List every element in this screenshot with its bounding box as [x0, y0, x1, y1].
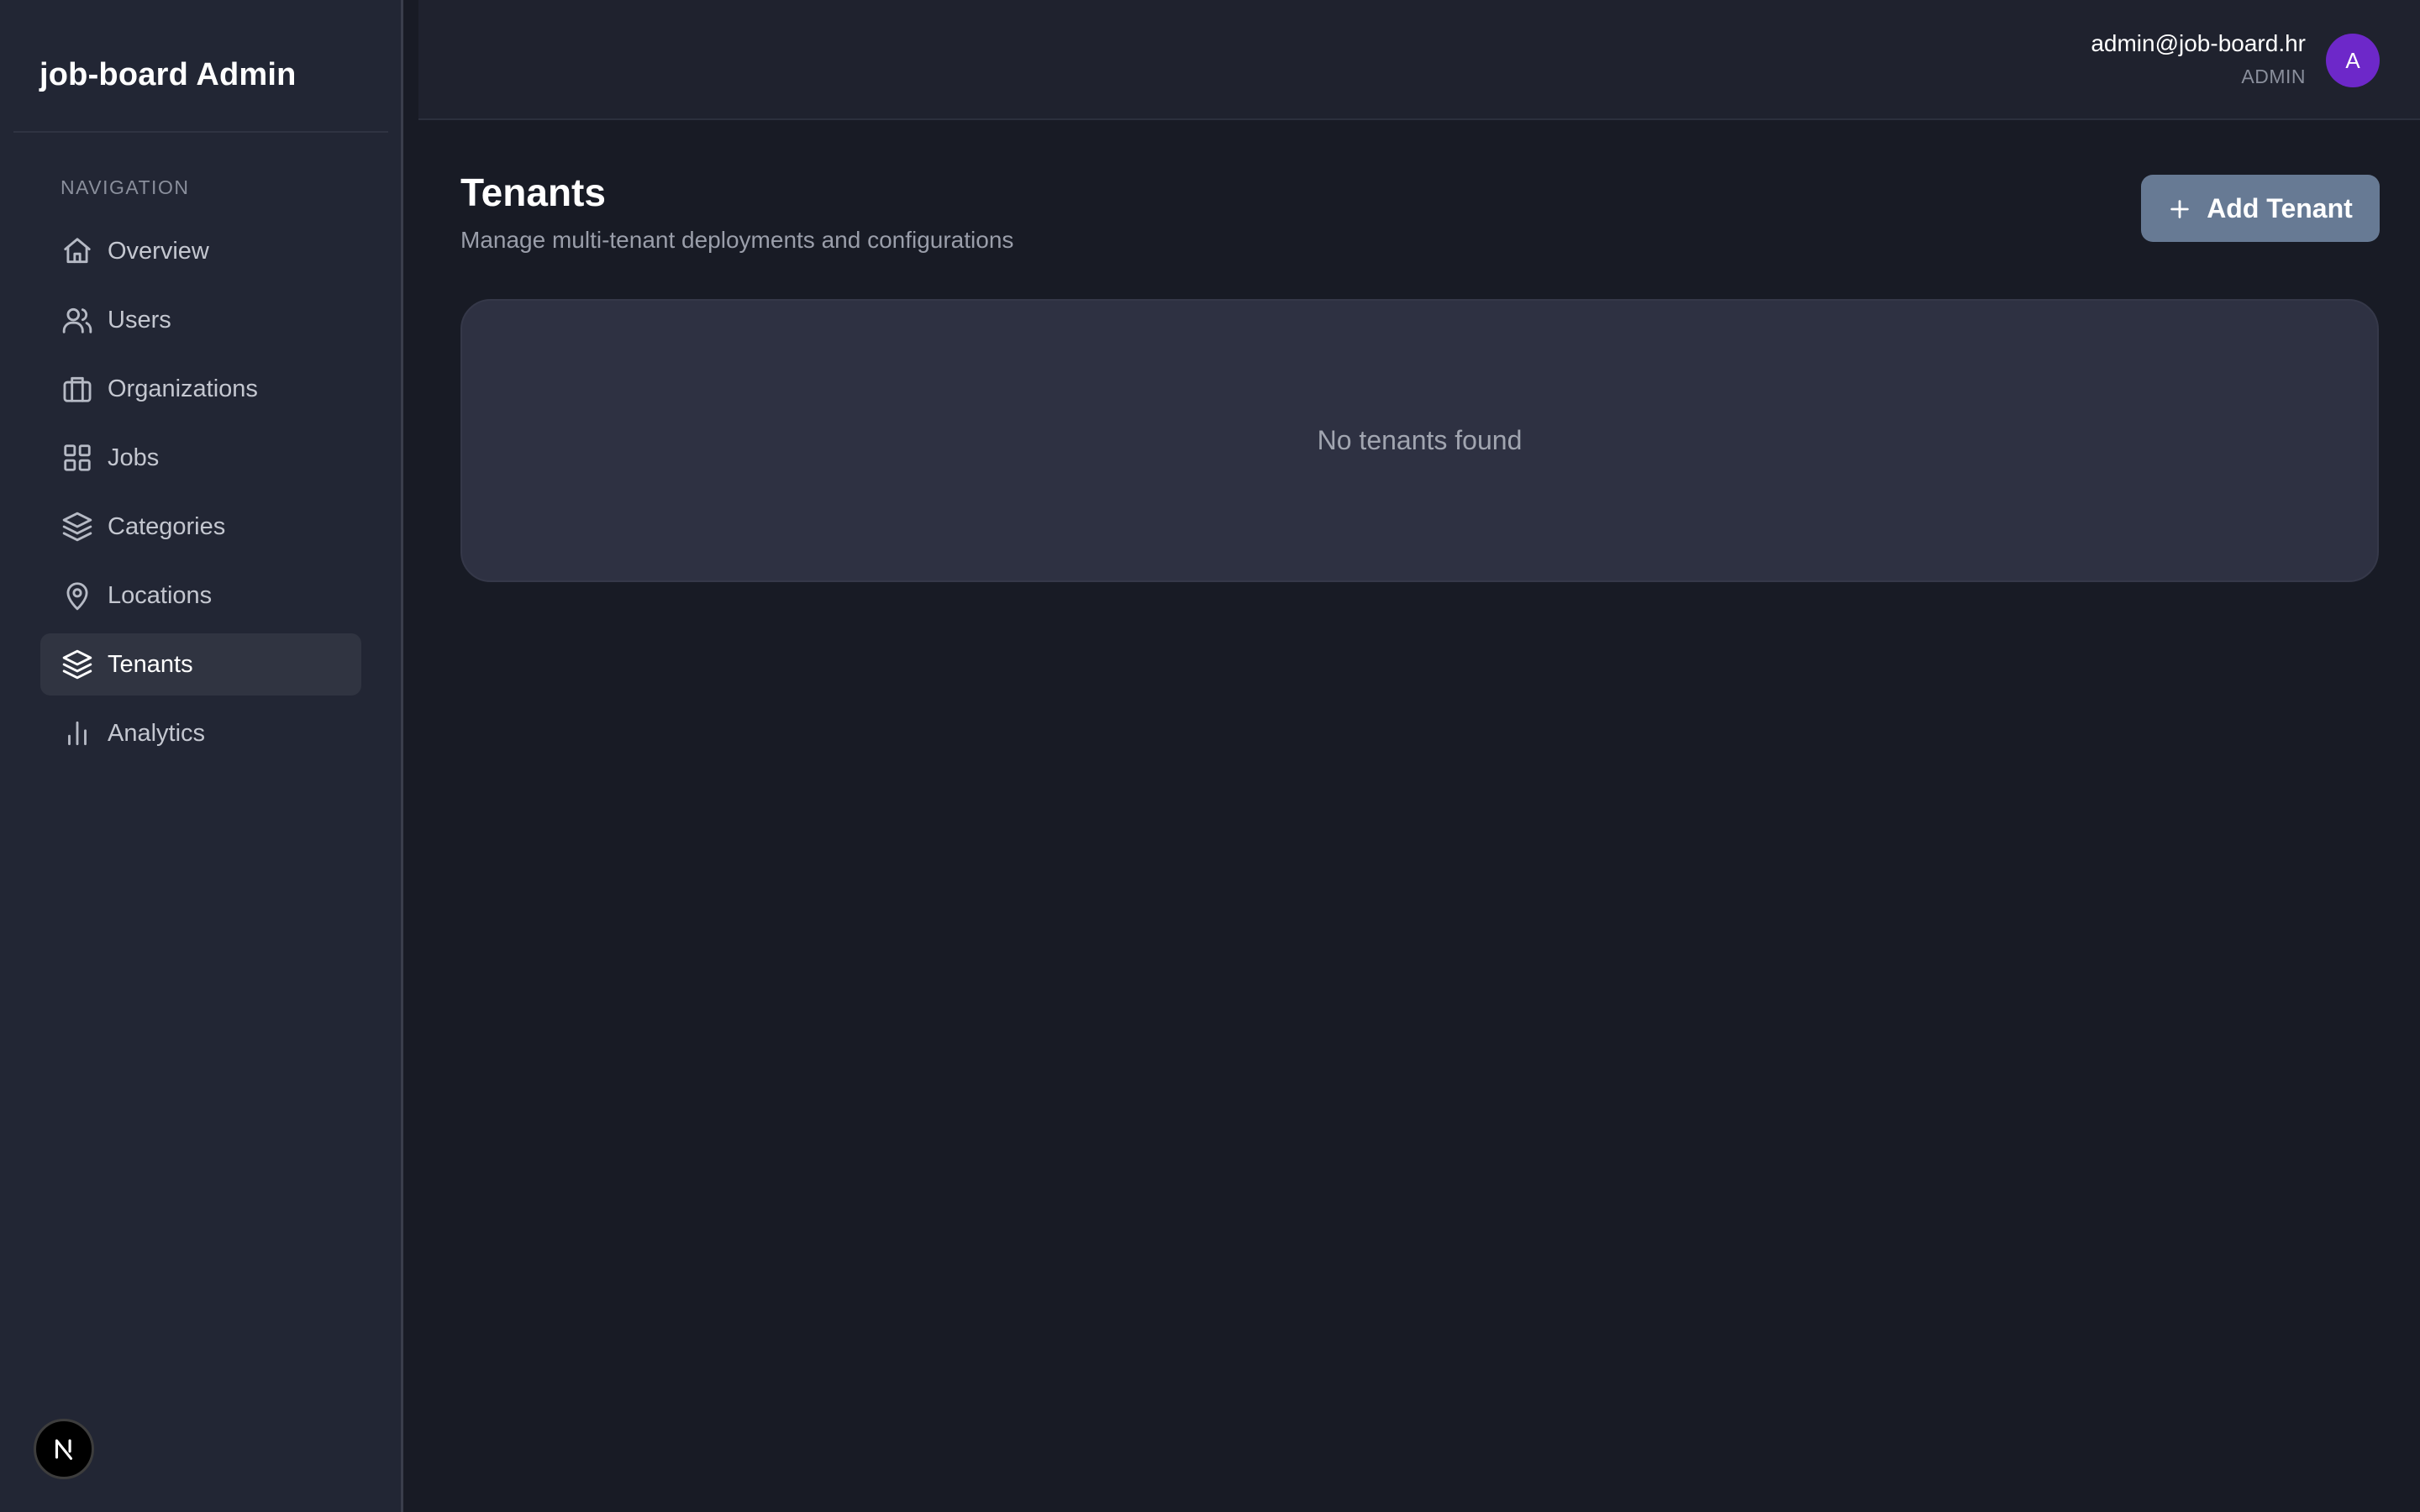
sidebar-item-label: Analytics [108, 719, 206, 747]
sidebar-item-jobs[interactable]: Jobs [40, 427, 361, 489]
briefcase-icon [60, 372, 94, 406]
top-header: admin@job-board.hr ADMIN A [418, 0, 2420, 120]
sidebar-item-locations[interactable]: Locations [40, 564, 361, 627]
grid-icon [60, 441, 94, 475]
user-info: admin@job-board.hr ADMIN [2091, 30, 2306, 88]
tenants-empty-state: No tenants found [460, 299, 2379, 582]
sidebar-item-analytics[interactable]: Analytics [40, 702, 361, 764]
page-subtitle: Manage multi-tenant deployments and conf… [460, 227, 1014, 253]
users-icon [60, 303, 94, 337]
empty-message: No tenants found [1317, 425, 1523, 455]
sidebar-item-label: Locations [108, 581, 213, 609]
sidebar-item-label: Organizations [108, 375, 258, 402]
sidebar-item-tenants[interactable]: Tenants [40, 633, 361, 696]
user-role: ADMIN [2241, 66, 2306, 87]
bar-chart-icon [60, 717, 94, 750]
sidebar-item-users[interactable]: Users [40, 289, 361, 351]
sidebar-item-overview[interactable]: Overview [40, 220, 361, 282]
sidebar-item-label: Tenants [108, 650, 193, 678]
sidebar-item-categories[interactable]: Categories [40, 496, 361, 558]
avatar[interactable]: A [2326, 34, 2380, 87]
layers-icon [60, 510, 94, 543]
brand-divider [13, 131, 388, 133]
nextjs-logo-icon [55, 1439, 73, 1460]
brand-title: job-board Admin [39, 57, 297, 92]
sidebar: job-board Admin NAVIGATION Overview User… [0, 0, 403, 1512]
map-pin-icon [60, 579, 94, 612]
user-email: admin@job-board.hr [2091, 30, 2306, 56]
sidebar-item-label: Users [108, 306, 171, 333]
add-tenant-button[interactable]: Add Tenant [2141, 175, 2380, 242]
layers-icon [60, 648, 94, 681]
sidebar-nav: Overview Users Organizations Jobs Catego… [40, 220, 361, 771]
sidebar-item-label: Overview [108, 237, 209, 265]
nav-heading: NAVIGATION [60, 176, 190, 198]
home-icon [60, 234, 94, 268]
nextjs-dev-badge[interactable] [34, 1419, 94, 1479]
app-root: job-board Admin NAVIGATION Overview User… [0, 0, 2420, 1512]
sidebar-item-organizations[interactable]: Organizations [40, 358, 361, 420]
plus-icon [2168, 197, 2191, 220]
sidebar-item-label: Jobs [108, 444, 160, 471]
page-title: Tenants [460, 171, 606, 214]
add-tenant-label: Add Tenant [2207, 192, 2353, 223]
sidebar-item-label: Categories [108, 512, 226, 540]
